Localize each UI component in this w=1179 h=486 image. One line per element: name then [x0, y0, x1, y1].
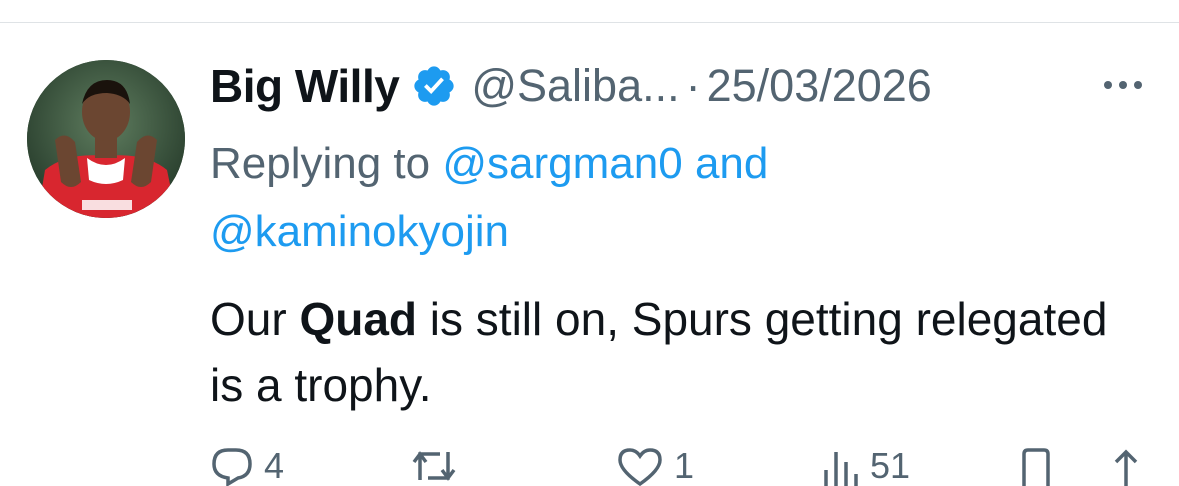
views-count: 51	[870, 445, 911, 486]
bookmark-icon	[1016, 446, 1056, 486]
handle[interactable]: @Saliba...	[471, 60, 679, 112]
like-button[interactable]: 1	[616, 446, 694, 486]
views-icon	[820, 446, 860, 486]
reply-button[interactable]: 4	[210, 446, 284, 486]
reply-count: 4	[264, 445, 285, 486]
tweet-text-bold: Quad	[299, 293, 418, 345]
bookmark-button[interactable]	[1016, 446, 1056, 486]
display-name[interactable]: Big Willy	[210, 59, 400, 113]
views-button[interactable]: 51	[820, 446, 910, 486]
repost-icon	[410, 446, 458, 486]
tweet[interactable]: Big Willy @Saliba... · 25/03/2026 Replyi…	[0, 0, 1179, 486]
repost-button[interactable]	[410, 446, 468, 486]
tweet-text-before: Our	[210, 293, 300, 345]
mention-link[interactable]: @kaminokyojin	[210, 207, 509, 256]
reply-icon	[210, 446, 254, 486]
avatar[interactable]	[27, 60, 185, 218]
share-button[interactable]	[1108, 446, 1144, 486]
more-icon[interactable]	[1100, 70, 1146, 100]
tweet-header: Big Willy @Saliba... · 25/03/2026	[210, 56, 932, 116]
tweet-text: Our Quad is still on, Spurs getting rele…	[210, 286, 1150, 418]
like-icon	[616, 446, 664, 486]
replying-prefix: Replying to	[210, 139, 431, 188]
like-count: 1	[674, 445, 695, 486]
separator-dot: ·	[685, 60, 701, 111]
action-bar: 4 1 51	[210, 446, 1138, 486]
verified-badge-icon[interactable]	[411, 63, 457, 109]
share-icon	[1108, 446, 1144, 486]
mention-link[interactable]: @sargman0	[442, 139, 682, 188]
reply-conjunction: and	[694, 139, 769, 188]
replying-to: Replying to @sargman0 and @kaminokyojin	[210, 130, 1110, 266]
timestamp[interactable]: 25/03/2026	[707, 60, 932, 112]
